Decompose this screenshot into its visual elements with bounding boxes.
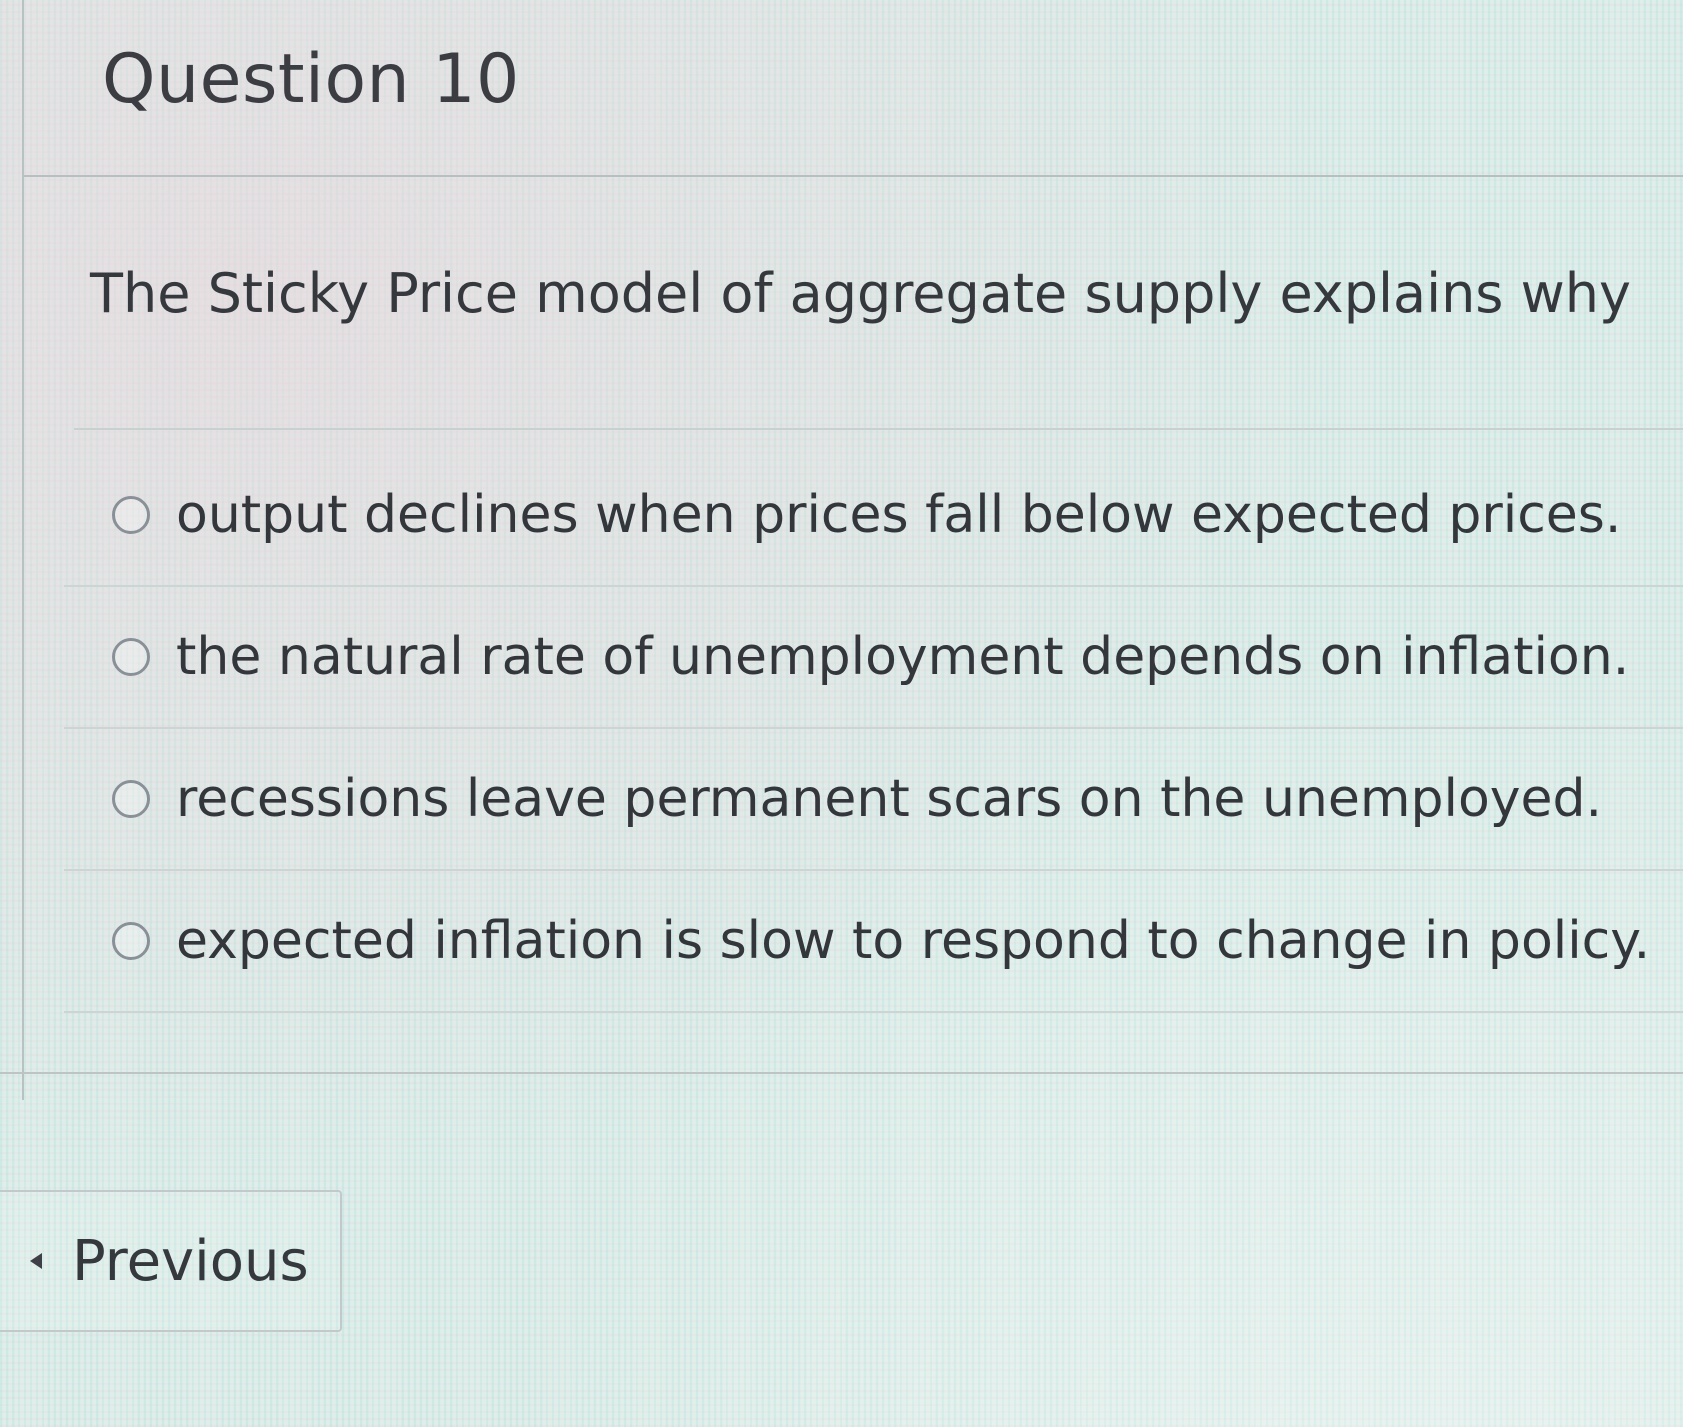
answer-label: output declines when prices fall below e…: [176, 485, 1622, 545]
divider: [74, 428, 1683, 430]
footer-divider: [0, 1072, 1683, 1074]
radio-unselected-icon[interactable]: [112, 496, 150, 534]
previous-button[interactable]: Previous: [0, 1190, 342, 1332]
answer-list: output declines when prices fall below e…: [64, 445, 1683, 1013]
question-prompt: The Sticky Price model of aggregate supp…: [90, 262, 1631, 325]
previous-label: Previous: [72, 1228, 309, 1294]
caret-left-icon: [30, 1253, 42, 1269]
radio-unselected-icon[interactable]: [112, 780, 150, 818]
answer-option-1[interactable]: output declines when prices fall below e…: [64, 445, 1683, 587]
question-header: Question 10: [24, 0, 1683, 177]
answer-label: recessions leave permanent scars on the …: [176, 769, 1603, 829]
radio-unselected-icon[interactable]: [112, 638, 150, 676]
answer-label: the natural rate of unemployment depends…: [176, 627, 1630, 687]
radio-unselected-icon[interactable]: [112, 922, 150, 960]
answer-label: expected inflation is slow to respond to…: [176, 911, 1651, 971]
answer-option-2[interactable]: the natural rate of unemployment depends…: [64, 587, 1683, 729]
answer-option-3[interactable]: recessions leave permanent scars on the …: [64, 729, 1683, 871]
question-panel: Question 10 The Sticky Price model of ag…: [22, 0, 1683, 1100]
page-title: Question 10: [102, 40, 520, 119]
answer-option-4[interactable]: expected inflation is slow to respond to…: [64, 871, 1683, 1013]
